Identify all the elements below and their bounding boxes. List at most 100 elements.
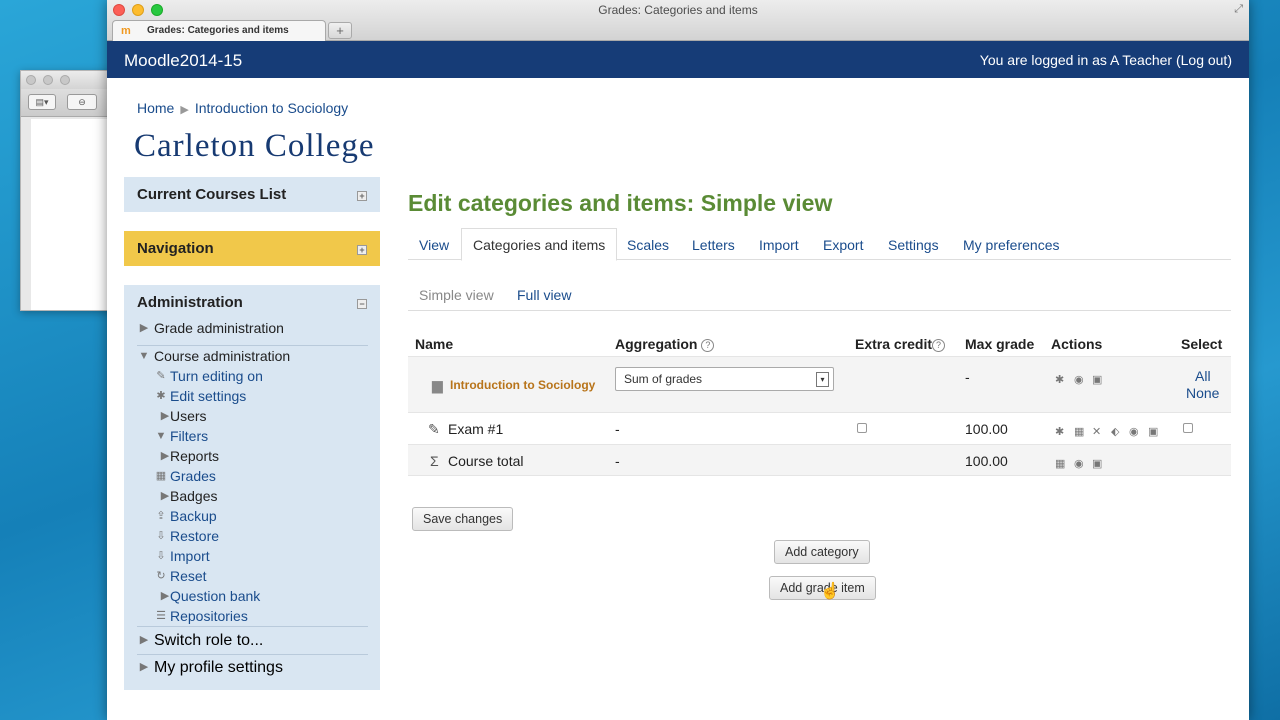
save-changes-button[interactable]: Save changes	[412, 507, 514, 531]
admin-item-backup[interactable]: ⇪ Backup	[124, 507, 380, 527]
admin-item-label: Repositories	[170, 608, 248, 624]
gear-icon[interactable]: ✱	[1055, 425, 1064, 438]
course-total-row	[408, 444, 1231, 476]
grade-item-max-grade: 100.00	[965, 421, 1008, 437]
select-none-link[interactable]: None	[1186, 385, 1219, 401]
background-window: ▤▾ ⊖	[20, 70, 120, 311]
divider	[137, 654, 368, 655]
delete-icon[interactable]: ✕	[1092, 425, 1101, 438]
collapse-icon[interactable]: −	[357, 299, 367, 309]
admin-item-question-bank[interactable]: ▶ Question bank	[124, 587, 380, 607]
admin-item-profile-settings[interactable]: ▶ My profile settings	[124, 658, 380, 678]
tab-my-preferences[interactable]: My preferences	[963, 237, 1059, 253]
admin-item-restore[interactable]: ⇩ Restore	[124, 527, 380, 547]
aggregation-selected-value: Sum of grades	[624, 372, 703, 386]
calculator-icon[interactable]: ▦	[1055, 457, 1065, 470]
hand-cursor-icon: ☝	[820, 583, 840, 600]
subtab-simple-view[interactable]: Simple view	[419, 287, 494, 303]
lock-icon[interactable]: ▣	[1148, 425, 1158, 438]
calculator-icon[interactable]: ▦	[1074, 425, 1084, 438]
admin-item-badges[interactable]: ▶ Badges	[124, 487, 380, 507]
help-icon[interactable]: ?	[932, 338, 946, 352]
block-header: Administration −	[124, 285, 380, 320]
admin-icon: ✎	[156, 370, 166, 382]
admin-item-label: Reset	[170, 568, 207, 584]
collapse-arrow-icon: ▼	[138, 350, 150, 362]
admin-item-label: Reports	[170, 448, 220, 464]
extra-credit-checkbox[interactable]	[857, 423, 867, 433]
tab-import[interactable]: Import	[759, 237, 799, 253]
tab-scales[interactable]: Scales	[627, 237, 669, 253]
select-all-link[interactable]: All	[1195, 368, 1211, 384]
grade-item-aggregation: -	[615, 421, 620, 437]
move-icon[interactable]: ⬖	[1111, 425, 1119, 438]
category-name-link[interactable]: Introduction to Sociology	[450, 378, 595, 392]
edit-item-icon: ✎	[428, 421, 440, 437]
column-header-max-grade: Max grade	[965, 336, 1035, 352]
select-item-checkbox[interactable]	[1183, 423, 1193, 433]
expand-arrow-icon: ▶	[139, 634, 149, 646]
tab-settings[interactable]: Settings	[888, 237, 939, 253]
admin-item-repositories[interactable]: ☰ Repositories	[124, 607, 380, 627]
admin-item-turn-editing-on[interactable]: ✎ Turn editing on	[124, 367, 380, 387]
help-icon[interactable]: ?	[701, 338, 715, 352]
admin-item-course-administration[interactable]: ▼ Course administration	[124, 347, 380, 367]
grade-item-name[interactable]: Exam #1	[448, 421, 503, 437]
admin-item-reset[interactable]: ↻ Reset	[124, 567, 380, 587]
tab-letters[interactable]: Letters	[692, 237, 735, 253]
aggregation-select[interactable]: Sum of grades ▾	[615, 367, 834, 391]
admin-item-switch-role[interactable]: ▶ Switch role to...	[124, 631, 380, 651]
admin-item-label: Import	[170, 548, 210, 564]
column-header-actions: Actions	[1051, 336, 1103, 352]
admin-icon: ↻	[156, 570, 166, 582]
block-header[interactable]: Current Courses List +	[124, 177, 380, 212]
college-logo[interactable]: Carleton College	[134, 128, 375, 165]
admin-item-grade-administration[interactable]: ▶ Grade administration	[124, 319, 380, 339]
tab-view[interactable]: View	[419, 237, 449, 253]
tab-export[interactable]: Export	[823, 237, 863, 253]
admin-item-filters[interactable]: ▼ Filters	[124, 427, 380, 447]
column-header-label: Extra credit	[855, 336, 933, 352]
admin-icon: ▦	[155, 470, 167, 482]
category-max-grade: -	[965, 369, 970, 385]
admin-item-label: Turn editing on	[170, 368, 263, 384]
admin-icon: ⇩	[156, 530, 166, 542]
course-total-name: Course total	[448, 453, 524, 469]
admin-item-label: Restore	[170, 528, 220, 544]
column-header-aggregation: Aggregation ?	[615, 336, 715, 352]
eye-icon[interactable]: ◉	[1074, 373, 1084, 386]
admin-item-grades[interactable]: ▦ Grades	[124, 467, 380, 487]
admin-item-label: Filters	[170, 428, 209, 444]
view-subtabs: Simple view Full view	[408, 278, 1231, 311]
breadcrumb-course[interactable]: Introduction to Sociology	[195, 100, 348, 116]
admin-icon: ☰	[156, 610, 166, 622]
breadcrumb-home[interactable]: Home	[137, 100, 174, 116]
admin-item-edit-settings[interactable]: ✱ Edit settings	[124, 387, 380, 407]
course-total-max-grade: 100.00	[965, 453, 1008, 469]
block-header[interactable]: Navigation +	[124, 231, 380, 266]
lock-icon[interactable]: ▣	[1092, 457, 1102, 470]
expand-arrow-icon: ▶	[139, 661, 149, 673]
admin-item-import[interactable]: ⇩ Import	[124, 547, 380, 567]
admin-icon: ⇩	[156, 550, 166, 562]
eye-icon[interactable]: ◉	[1074, 457, 1084, 470]
chevron-down-icon: ▾	[816, 372, 829, 387]
add-category-button[interactable]: Add category	[774, 540, 870, 564]
admin-item-label: Edit settings	[170, 388, 247, 404]
column-header-label: Aggregation	[615, 336, 698, 352]
block-current-courses: Current Courses List +	[124, 177, 380, 212]
admin-item-reports[interactable]: ▶ Reports	[124, 447, 380, 467]
page-title: Edit categories and items: Simple view	[408, 190, 833, 216]
gear-icon[interactable]: ✱	[1055, 373, 1064, 386]
block-title: Administration	[137, 294, 243, 311]
tab-categories-and-items[interactable]: Categories and items	[461, 228, 618, 261]
expand-icon[interactable]: +	[357, 245, 367, 255]
subtab-full-view[interactable]: Full view	[517, 287, 571, 303]
lock-icon[interactable]: ▣	[1092, 373, 1102, 386]
expand-icon[interactable]: +	[357, 191, 367, 201]
admin-item-label: Backup	[170, 508, 217, 524]
admin-item-users[interactable]: ▶ Users	[124, 407, 380, 427]
breadcrumb: Home ▶ Introduction to Sociology	[137, 100, 348, 116]
eye-icon[interactable]: ◉	[1129, 425, 1139, 438]
divider	[137, 626, 368, 627]
